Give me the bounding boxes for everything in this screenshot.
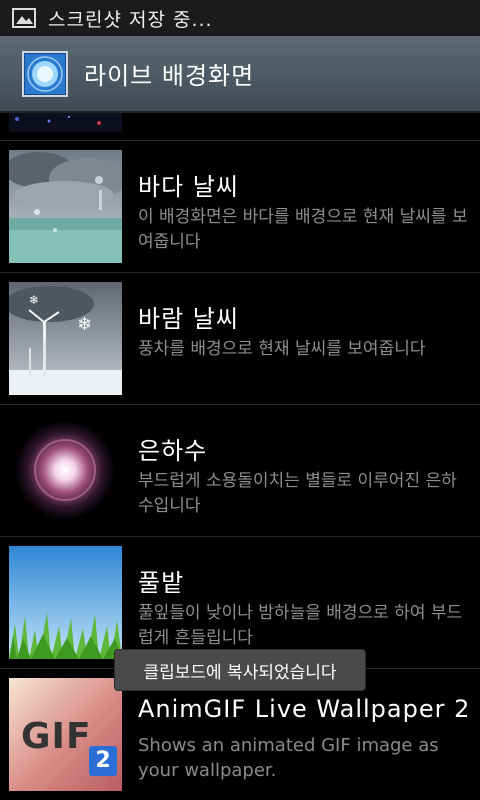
status-bar: 스크린샷 저장 중...: [0, 0, 480, 36]
list-item-sea-weather[interactable]: 바다 날씨 이 배경화면은 바다를 배경으로 현재 날씨를 보여줍니다: [0, 141, 480, 273]
wallpaper-description: Shows an animated GIF image as your wall…: [138, 735, 439, 781]
grass-thumbnail: [9, 546, 122, 659]
image-icon: [12, 8, 36, 28]
wallpaper-title: 바다 날씨: [138, 173, 239, 201]
page-title: 라이브 배경화면: [84, 62, 255, 90]
list-item-galaxy[interactable]: 은하수 부드럽게 소용돌이치는 별들로 이루어진 은하수입니다: [0, 405, 480, 537]
svg-text:❄: ❄: [77, 314, 92, 335]
wallpaper-title: 풀밭: [138, 569, 185, 597]
wallpaper-description: 이 배경화면은 바다를 배경으로 현재 날씨를 보여줍니다: [138, 207, 468, 252]
animgif-thumbnail: GIF 2: [9, 678, 122, 791]
svg-text:❄: ❄: [29, 293, 39, 307]
night-sky-thumbnail: [9, 113, 122, 132]
live-wallpaper-app-icon: [22, 50, 68, 97]
wallpaper-list[interactable]: 바다 날씨 이 배경화면은 바다를 배경으로 현재 날씨를 보여줍니다 ❄ ❄ …: [0, 113, 480, 800]
notification-text: 스크린샷 저장 중...: [48, 8, 213, 31]
list-item-partial[interactable]: [0, 113, 480, 141]
wallpaper-description: 부드럽게 소용돌이치는 별들로 이루어진 은하수입니다: [138, 471, 457, 516]
galaxy-thumbnail: [9, 414, 122, 527]
wallpaper-title: 은하수: [138, 437, 208, 465]
wallpaper-title: AnimGIF Live Wallpaper 2: [138, 695, 471, 723]
wallpaper-description: 풍차를 배경으로 현재 날씨를 보여줍니다: [138, 339, 426, 359]
toast-message: 클립보드에 복사되었습니다: [114, 649, 366, 691]
wallpaper-title: 바람 날씨: [138, 305, 239, 333]
title-bar: 라이브 배경화면: [0, 36, 480, 113]
wind-weather-thumbnail: ❄ ❄: [9, 282, 122, 395]
list-item-wind-weather[interactable]: ❄ ❄ 바람 날씨 풍차를 배경으로 현재 날씨를 보여줍니다: [0, 273, 480, 405]
sea-weather-thumbnail: [9, 150, 122, 263]
animgif-thumbnail-text: GIF: [21, 716, 92, 757]
wallpaper-description: 풀잎들이 낮이나 밤하늘을 배경으로 하여 부드럽게 흔들립니다: [138, 603, 463, 648]
animgif-thumbnail-badge: 2: [89, 746, 117, 776]
